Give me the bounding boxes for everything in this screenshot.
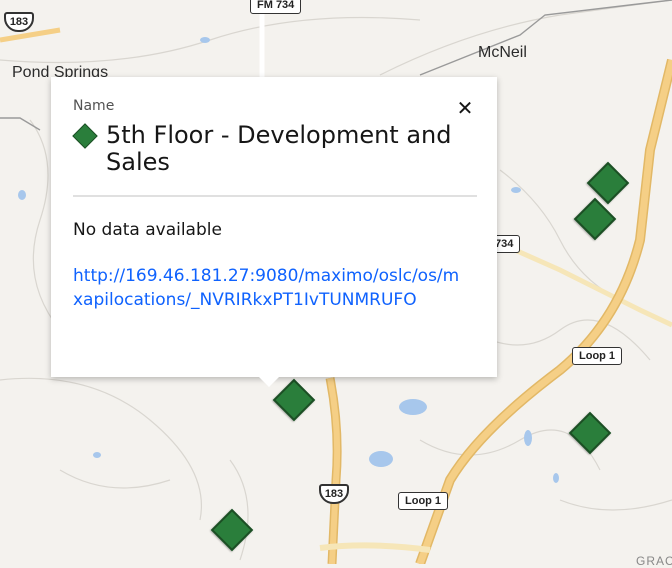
popup-resource-link[interactable]: http://169.46.181.27:9080/maximo/oslc/os… bbox=[73, 264, 463, 312]
popup-name-caption: Name bbox=[73, 98, 115, 114]
location-popup: Name ✕ 5th Floor - Development and Sales… bbox=[51, 77, 497, 387]
place-label-mcneil: McNeil bbox=[478, 44, 527, 61]
route-shield-loop1-right: Loop 1 bbox=[572, 347, 623, 365]
popup-title: 5th Floor - Development and Sales bbox=[106, 121, 452, 176]
popup-divider bbox=[73, 195, 477, 197]
green-diamond-icon bbox=[72, 123, 98, 149]
corner-place-label: GRAC bbox=[636, 554, 672, 568]
close-icon[interactable]: ✕ bbox=[455, 98, 475, 118]
popup-title-row: 5th Floor - Development and Sales bbox=[72, 121, 473, 176]
route-shield-loop1-bottom: Loop 1 bbox=[398, 492, 449, 510]
popup-status-text: No data available bbox=[73, 220, 222, 240]
route-shield-fm734-top: FM 734 bbox=[250, 0, 302, 14]
